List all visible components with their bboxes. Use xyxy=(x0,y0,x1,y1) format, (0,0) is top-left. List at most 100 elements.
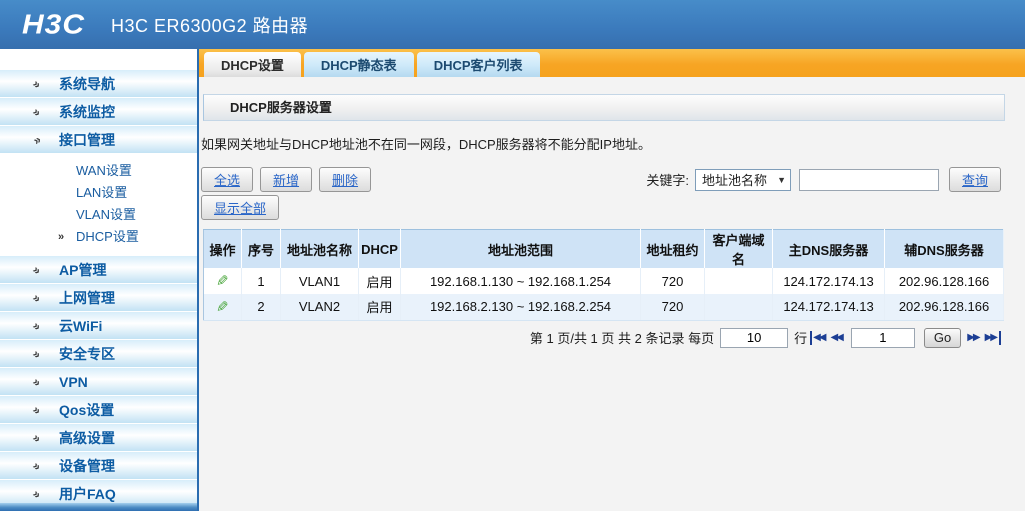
page-info-text: 第 1 页/共 1 页 共 2 条记录 每页 xyxy=(529,331,715,346)
tab-label: DHCP设置 xyxy=(221,58,284,73)
sidebar-item-ap-mgmt[interactable]: » AP管理 xyxy=(0,256,197,283)
edit-pencil-icon[interactable]: ✎ xyxy=(216,272,229,290)
cell-range: 192.168.1.130 ~ 192.168.1.254 xyxy=(400,268,641,294)
nav-bullet-icon: » xyxy=(30,317,44,334)
submenu-item-lan[interactable]: LAN设置 xyxy=(0,182,197,204)
cell-primary-dns: 124.172.174.13 xyxy=(772,294,885,321)
page-title: H3C ER6300G2 路由器 xyxy=(111,15,309,36)
sidebar-item-system-monitor[interactable]: » 系统监控 xyxy=(0,98,197,125)
add-button[interactable]: 新增 xyxy=(260,167,313,192)
nav-bullet-icon: » xyxy=(30,401,44,418)
search-button[interactable]: 查询 xyxy=(948,167,1001,192)
rows-per-page-input[interactable] xyxy=(720,327,789,348)
sidebar-item-label: 高级设置 xyxy=(59,429,115,446)
sidebar-item-internet-mgmt[interactable]: » 上网管理 xyxy=(0,284,197,311)
dhcp-pool-table: 操作 序号 地址池名称 DHCP 地址池范围 地址租约 客户端域名 主DNS服务… xyxy=(203,229,1004,321)
nav-bullet-icon: » xyxy=(30,373,44,390)
sidebar-item-label: 安全专区 xyxy=(59,345,115,362)
cell-dhcp-status: 启用 xyxy=(358,294,401,321)
sidebar-item-qos[interactable]: » Qos设置 xyxy=(0,396,197,423)
submenu-item-label: DHCP设置 xyxy=(76,229,139,244)
cell-seq: 1 xyxy=(241,268,281,294)
tab-bar: DHCP设置 DHCP静态表 DHCP客户列表 xyxy=(199,49,1025,77)
submenu-item-wan[interactable]: WAN设置 xyxy=(0,160,197,182)
cell-secondary-dns: 202.96.128.166 xyxy=(884,294,1004,321)
sidebar-item-label: 用户FAQ xyxy=(59,485,116,502)
go-button[interactable]: Go xyxy=(923,327,962,348)
tab-label: DHCP客户列表 xyxy=(433,58,523,73)
top-header: H3C H3C ER6300G2 路由器 xyxy=(0,0,1025,49)
sidebar-item-cloud-wifi[interactable]: » 云WiFi xyxy=(0,312,197,339)
cell-range: 192.168.2.130 ~ 192.168.2.254 xyxy=(400,294,641,321)
edit-pencil-icon[interactable]: ✎ xyxy=(216,298,229,316)
sidebar-item-security-zone[interactable]: » 安全专区 xyxy=(0,340,197,367)
interface-mgmt-submenu: WAN设置 LAN设置 VLAN设置 » DHCP设置 xyxy=(0,154,197,256)
select-all-button[interactable]: 全选 xyxy=(201,167,254,192)
section-title: DHCP服务器设置 xyxy=(203,94,1005,121)
nav-bullet-icon: » xyxy=(30,261,44,278)
pagination-bar: 第 1 页/共 1 页 共 2 条记录 每页 行 ◀◀ ◀◀ Go ▶▶ ▶▶ xyxy=(201,327,1004,348)
toolbar-row2: 显示全部 xyxy=(201,195,1007,220)
table-row: ✎ 1 VLAN1 启用 192.168.1.130 ~ 192.168.1.2… xyxy=(203,268,1004,294)
col-header-seq: 序号 xyxy=(241,229,281,268)
toolbar: 全选 新增 删除 关键字: 地址池名称 ▼ 查询 xyxy=(201,167,1007,192)
nav-bullet-icon: » xyxy=(30,103,44,120)
show-all-button[interactable]: 显示全部 xyxy=(201,195,280,220)
nav-bullet-icon: » xyxy=(30,457,44,474)
keyword-label: 关键字: xyxy=(646,173,689,188)
rows-label: 行 xyxy=(794,331,808,346)
col-header-action: 操作 xyxy=(203,229,242,268)
nav-bullet-icon: » xyxy=(30,289,44,306)
col-header-primary-dns: 主DNS服务器 xyxy=(772,229,885,268)
submenu-item-label: VLAN设置 xyxy=(76,207,136,222)
page-number-input[interactable] xyxy=(850,327,915,348)
tab-dhcp-static-table[interactable]: DHCP静态表 xyxy=(303,52,414,77)
chevron-down-icon: ▼ xyxy=(777,174,786,185)
nav-bullet-icon: » xyxy=(30,485,44,502)
dhcp-server-panel: DHCP服务器设置 如果网关地址与DHCP地址池不在同一网段，DHCP服务器将不… xyxy=(201,94,1007,348)
cell-lease: 720 xyxy=(640,294,705,321)
keyword-input[interactable] xyxy=(798,168,939,191)
tab-dhcp-settings[interactable]: DHCP设置 xyxy=(204,52,301,77)
dhcp-note-text: 如果网关地址与DHCP地址池不在同一网段，DHCP服务器将不能分配IP地址。 xyxy=(201,137,651,152)
sidebar-item-interface-mgmt[interactable]: » 接口管理 xyxy=(0,126,197,153)
nav-bullet-icon: » xyxy=(30,345,44,362)
cell-client-domain xyxy=(704,294,773,321)
delete-button[interactable]: 删除 xyxy=(319,167,372,192)
nav-bullet-icon: » xyxy=(30,429,44,446)
next-page-icon[interactable]: ▶▶ xyxy=(967,331,980,345)
cell-client-domain xyxy=(704,268,773,294)
col-header-pool-name: 地址池名称 xyxy=(280,229,359,268)
submenu-item-dhcp[interactable]: » DHCP设置 xyxy=(0,226,197,248)
router-admin-app: H3C H3C ER6300G2 路由器 » 系统导航 » 系统监控 » 接口管… xyxy=(0,0,1025,511)
sidebar-bottom-strip xyxy=(0,503,197,511)
cell-pool-name: VLAN1 xyxy=(280,268,359,294)
sidebar-item-vpn[interactable]: » VPN xyxy=(0,368,197,395)
sidebar-item-advanced[interactable]: » 高级设置 xyxy=(0,424,197,451)
submenu-item-vlan[interactable]: VLAN设置 xyxy=(0,204,197,226)
keyword-type-select[interactable]: 地址池名称 ▼ xyxy=(694,168,791,191)
nav-bullet-icon: » xyxy=(30,131,44,148)
prev-page-icon[interactable]: ◀◀ xyxy=(830,331,843,345)
sidebar-item-label: VPN xyxy=(59,373,88,390)
col-header-lease: 地址租约 xyxy=(640,229,705,268)
keyword-selected-option: 地址池名称 xyxy=(701,173,767,188)
active-submenu-arrow-icon: » xyxy=(58,231,65,243)
sidebar-item-label: 上网管理 xyxy=(59,289,115,306)
table-row: ✎ 2 VLAN2 启用 192.168.2.130 ~ 192.168.2.2… xyxy=(203,294,1004,321)
sidebar-item-label: Qos设置 xyxy=(59,401,115,418)
sidebar-item-system-nav[interactable]: » 系统导航 xyxy=(0,70,197,97)
sidebar-item-label: 系统导航 xyxy=(59,75,115,92)
col-header-secondary-dns: 辅DNS服务器 xyxy=(884,229,1004,268)
main-content: DHCP设置 DHCP静态表 DHCP客户列表 DHCP服务器设置 如果网关地址… xyxy=(199,49,1025,511)
sidebar-item-label: 云WiFi xyxy=(59,317,103,334)
keyword-search-group: 关键字: 地址池名称 ▼ 查询 xyxy=(646,167,1001,192)
tab-dhcp-client-list[interactable]: DHCP客户列表 xyxy=(416,52,540,77)
sidebar-item-label: 系统监控 xyxy=(59,103,115,120)
cell-seq: 2 xyxy=(241,294,281,321)
sidebar-item-label: 设备管理 xyxy=(59,457,115,474)
first-page-icon[interactable]: ◀◀ xyxy=(810,330,827,345)
table-header-row: 操作 序号 地址池名称 DHCP 地址池范围 地址租约 客户端域名 主DNS服务… xyxy=(203,229,1004,268)
sidebar-item-device-mgmt[interactable]: » 设备管理 xyxy=(0,452,197,479)
last-page-icon[interactable]: ▶▶ xyxy=(985,330,1001,345)
